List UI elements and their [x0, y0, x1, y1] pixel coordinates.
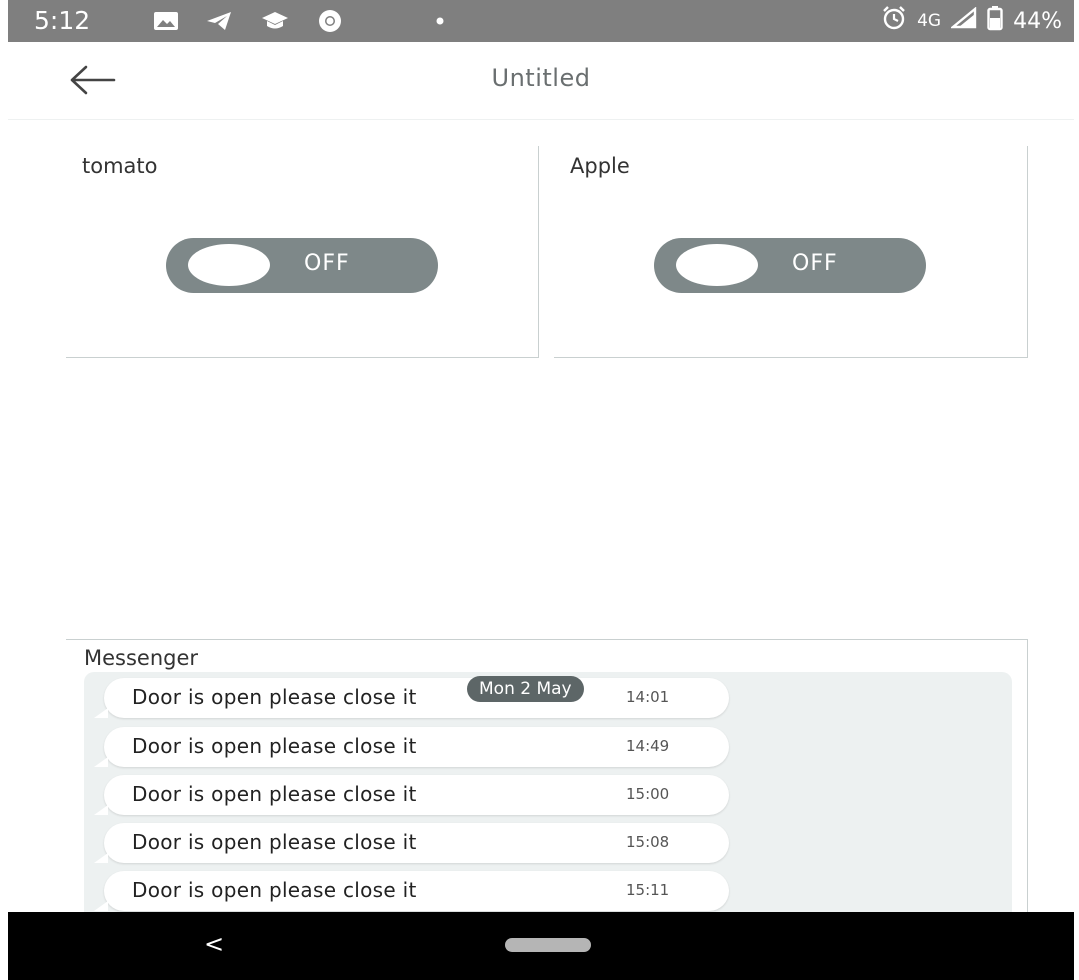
chrome-icon [316, 8, 344, 34]
status-time: 5:12 [34, 6, 91, 35]
message-time: 15:00 [626, 785, 670, 803]
status-bar: 5:12 4G 44% [8, 0, 1074, 42]
message-time: 15:11 [626, 881, 670, 899]
switch-card-tomato: tomato OFF [66, 146, 539, 358]
message-text: Door is open please close it [132, 782, 417, 806]
message-bubble[interactable]: Door is open please close it 15:08 [94, 823, 729, 863]
tomato-toggle[interactable]: OFF [166, 238, 438, 293]
messenger-widget: Messenger Door is open please close it 1… [66, 639, 1028, 919]
message-time: 14:49 [626, 737, 670, 755]
battery-icon [987, 5, 1003, 37]
switch-label: tomato [82, 154, 158, 178]
battery-percent: 44% [1013, 8, 1062, 34]
switch-card-apple: Apple OFF [554, 146, 1028, 358]
status-indicators: 4G 44% [881, 6, 1062, 36]
nav-back-button[interactable]: < [204, 930, 224, 958]
dot-icon [426, 8, 454, 34]
toggle-state: OFF [304, 251, 350, 276]
message-time: 14:01 [626, 688, 670, 706]
message-text: Door is open please close it [132, 878, 417, 902]
signal-icon [949, 6, 977, 35]
message-bubble[interactable]: Door is open please close it 15:11 [94, 871, 729, 911]
message-time: 15:08 [626, 833, 670, 851]
message-text: Door is open please close it [132, 734, 417, 758]
telegram-icon [205, 8, 233, 34]
page-title: Untitled [491, 64, 591, 92]
home-pill-icon[interactable] [505, 938, 591, 952]
message-text: Door is open please close it [132, 685, 417, 709]
alarm-icon [881, 5, 907, 37]
message-list[interactable]: Door is open please close it 14:01 Door … [84, 672, 1012, 919]
message-bubble[interactable]: Door is open please close it 15:00 [94, 775, 729, 815]
navigation-bar: < [8, 912, 1074, 980]
apple-toggle[interactable]: OFF [654, 238, 926, 293]
message-text: Door is open please close it [132, 830, 417, 854]
toggle-knob [676, 244, 758, 286]
network-type: 4G [917, 11, 942, 31]
message-bubble[interactable]: Door is open please close it 14:01 [94, 678, 729, 718]
app-bar: Untitled [8, 42, 1074, 120]
message-bubble[interactable]: Door is open please close it 14:49 [94, 727, 729, 767]
date-badge: Mon 2 May [467, 676, 584, 702]
education-icon [261, 8, 289, 34]
messenger-title: Messenger [84, 646, 199, 670]
toggle-state: OFF [792, 251, 838, 276]
toggle-knob [188, 244, 270, 286]
gallery-icon [152, 8, 180, 34]
switch-label: Apple [570, 154, 630, 178]
